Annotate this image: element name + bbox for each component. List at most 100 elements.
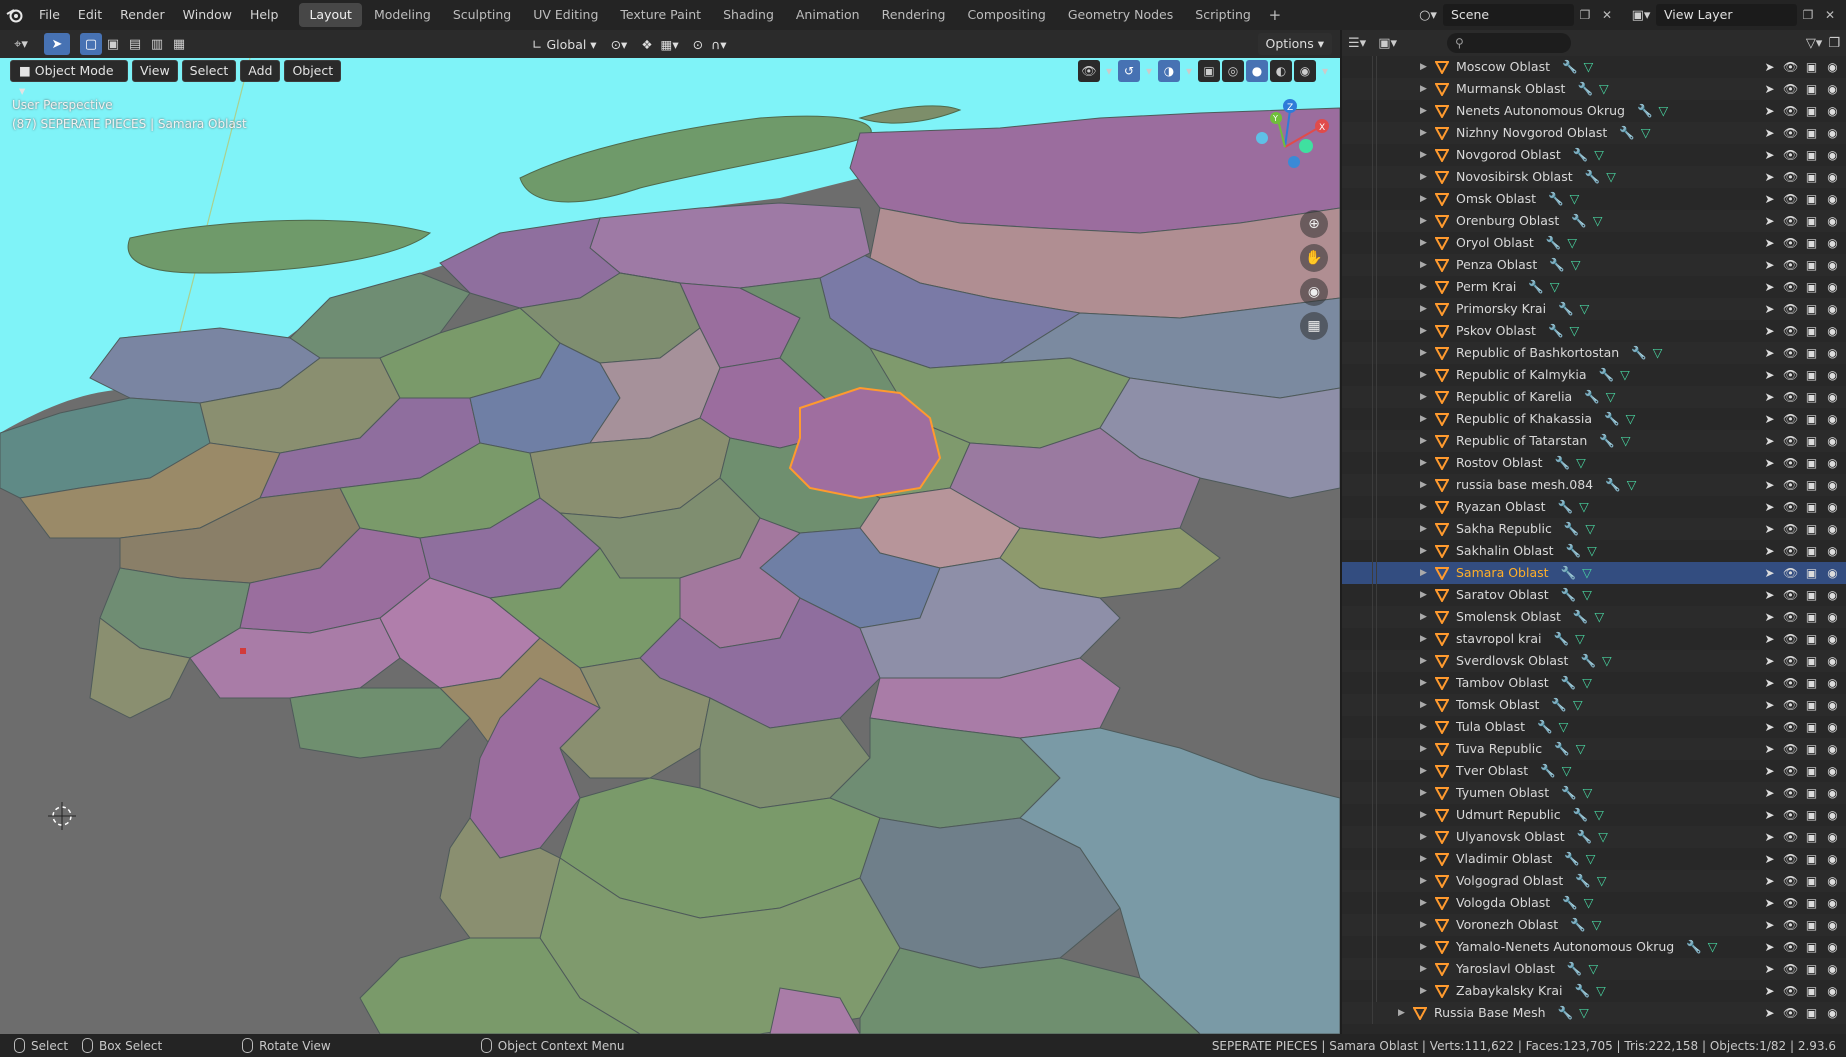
outliner-row[interactable]: ▶ Novosibirsk Oblast 🔧 ▽ ➤ 👁 ▣ ◉ <box>1342 166 1846 188</box>
eye-icon[interactable]: 👁 <box>1783 1006 1798 1020</box>
selectable-arrow-icon[interactable]: ➤ <box>1762 698 1777 712</box>
eye-icon[interactable]: 👁 <box>1783 60 1798 74</box>
expand-arrow-icon[interactable]: ▶ <box>1420 238 1427 248</box>
expand-arrow-icon[interactable]: ▶ <box>1420 260 1427 270</box>
mesh-data-icon[interactable]: ▽ <box>1559 719 1569 735</box>
modifier-wrench-icon[interactable]: 🔧 <box>1580 653 1596 669</box>
expand-arrow-icon[interactable]: ▶ <box>1420 458 1427 468</box>
monitor-icon[interactable]: ▣ <box>1804 522 1819 536</box>
eye-icon[interactable]: 👁 <box>1783 324 1798 338</box>
expand-arrow-icon[interactable]: ▶ <box>1420 590 1427 600</box>
outliner-row[interactable]: ▶ Nenets Autonomous Okrug 🔧 ▽ ➤ 👁 ▣ ◉ <box>1342 100 1846 122</box>
monitor-icon[interactable]: ▣ <box>1804 1006 1819 1020</box>
selectable-arrow-icon[interactable]: ➤ <box>1762 82 1777 96</box>
camera-render-icon[interactable]: ◉ <box>1825 874 1840 888</box>
expand-arrow-icon[interactable]: ▶ <box>1420 84 1427 94</box>
monitor-icon[interactable]: ▣ <box>1804 544 1819 558</box>
outliner-row[interactable]: ▶ Vladimir Oblast 🔧 ▽ ➤ 👁 ▣ ◉ <box>1342 848 1846 870</box>
camera-render-icon[interactable]: ◉ <box>1825 698 1840 712</box>
modifier-wrench-icon[interactable]: 🔧 <box>1567 961 1583 977</box>
eye-icon[interactable]: 👁 <box>1783 368 1798 382</box>
eye-icon[interactable]: 👁 <box>1783 742 1798 756</box>
expand-arrow-icon[interactable]: ▶ <box>1420 634 1427 644</box>
selectable-arrow-icon[interactable]: ➤ <box>1762 764 1777 778</box>
expand-arrow-icon[interactable]: ▶ <box>1420 348 1427 358</box>
mesh-data-icon[interactable]: ▽ <box>1606 389 1616 405</box>
monitor-icon[interactable]: ▣ <box>1804 610 1819 624</box>
selectable-arrow-icon[interactable]: ➤ <box>1762 654 1777 668</box>
tab-modeling[interactable]: Modeling <box>364 3 441 27</box>
view-layer-name-field[interactable]: View Layer <box>1656 4 1797 26</box>
camera-render-icon[interactable]: ◉ <box>1825 830 1840 844</box>
monitor-icon[interactable]: ▣ <box>1804 170 1819 184</box>
outliner-row[interactable]: ▶ Penza Oblast 🔧 ▽ ➤ 👁 ▣ ◉ <box>1342 254 1846 276</box>
viewport-menu-view[interactable]: View <box>132 60 178 82</box>
selectable-arrow-icon[interactable]: ➤ <box>1762 632 1777 646</box>
modifier-wrench-icon[interactable]: 🔧 <box>1558 301 1574 317</box>
mesh-data-icon[interactable]: ▽ <box>1576 741 1586 757</box>
mesh-data-icon[interactable]: ▽ <box>1584 59 1594 75</box>
camera-render-icon[interactable]: ◉ <box>1825 434 1840 448</box>
solid-shading-icon[interactable]: ● <box>1246 60 1268 82</box>
monitor-icon[interactable]: ▣ <box>1804 60 1819 74</box>
mesh-data-icon[interactable]: ▽ <box>1620 367 1630 383</box>
outliner-root-row[interactable]: ▶ Russia Base Mesh 🔧 ▽ ➤ 👁 ▣ ◉ <box>1342 1002 1846 1024</box>
camera-render-icon[interactable]: ◉ <box>1825 918 1840 932</box>
modifier-wrench-icon[interactable]: 🔧 <box>1558 1005 1574 1021</box>
selectable-arrow-icon[interactable]: ➤ <box>1762 852 1777 866</box>
display-mode-icon[interactable]: ☰▾ <box>1348 36 1366 51</box>
camera-render-icon[interactable]: ◉ <box>1825 544 1840 558</box>
eye-icon[interactable]: 👁 <box>1783 390 1798 404</box>
modifier-wrench-icon[interactable]: 🔧 <box>1528 279 1544 295</box>
outliner-row[interactable]: ▶ Vologda Oblast 🔧 ▽ ➤ 👁 ▣ ◉ <box>1342 892 1846 914</box>
mesh-data-icon[interactable]: ▽ <box>1594 609 1604 625</box>
expand-arrow-icon[interactable]: ▶ <box>1398 1008 1405 1018</box>
selectable-arrow-icon[interactable]: ➤ <box>1762 214 1777 228</box>
eye-icon[interactable]: 👁 <box>1783 874 1798 888</box>
selectable-arrow-icon[interactable]: ➤ <box>1762 522 1777 536</box>
mesh-data-icon[interactable]: ▽ <box>1653 345 1663 361</box>
monitor-icon[interactable]: ▣ <box>1804 566 1819 580</box>
monitor-icon[interactable]: ▣ <box>1804 764 1819 778</box>
menu-render[interactable]: Render <box>111 3 174 27</box>
selectable-arrow-icon[interactable]: ➤ <box>1762 258 1777 272</box>
proportional-edit-icon[interactable]: ⊙ <box>693 37 703 52</box>
camera-render-icon[interactable]: ◉ <box>1825 346 1840 360</box>
eye-icon[interactable]: 👁 <box>1783 280 1798 294</box>
navigation-gizmo[interactable]: Z X Y <box>1230 92 1340 202</box>
mesh-data-icon[interactable]: ▽ <box>1570 323 1580 339</box>
monitor-icon[interactable]: ▣ <box>1804 654 1819 668</box>
camera-render-icon[interactable]: ◉ <box>1825 324 1840 338</box>
outliner-row[interactable]: ▶ Republic of Karelia 🔧 ▽ ➤ 👁 ▣ ◉ <box>1342 386 1846 408</box>
modifier-wrench-icon[interactable]: 🔧 <box>1566 543 1582 559</box>
modifier-wrench-icon[interactable]: 🔧 <box>1555 455 1571 471</box>
expand-arrow-icon[interactable]: ▶ <box>1420 964 1427 974</box>
modifier-wrench-icon[interactable]: 🔧 <box>1577 829 1593 845</box>
mesh-data-icon[interactable]: ▽ <box>1602 653 1612 669</box>
mesh-data-icon[interactable]: ▽ <box>1597 873 1607 889</box>
eye-icon[interactable]: 👁 <box>1783 126 1798 140</box>
monitor-icon[interactable]: ▣ <box>1804 126 1819 140</box>
outliner-row[interactable]: ▶ Samara Oblast 🔧 ▽ ➤ 👁 ▣ ◉ <box>1342 562 1846 584</box>
eye-icon[interactable]: 👁 <box>1783 346 1798 360</box>
selectable-arrow-icon[interactable]: ➤ <box>1762 896 1777 910</box>
eye-icon[interactable]: 👁 <box>1783 302 1798 316</box>
camera-render-icon[interactable]: ◉ <box>1825 368 1840 382</box>
camera-render-icon[interactable]: ◉ <box>1825 126 1840 140</box>
mesh-data-icon[interactable]: ▽ <box>1659 103 1669 119</box>
outliner-row[interactable]: ▶ Udmurt Republic 🔧 ▽ ➤ 👁 ▣ ◉ <box>1342 804 1846 826</box>
monitor-icon[interactable]: ▣ <box>1804 676 1819 690</box>
modifier-wrench-icon[interactable]: 🔧 <box>1604 411 1620 427</box>
monitor-icon[interactable]: ▣ <box>1804 918 1819 932</box>
eye-icon[interactable]: 👁 <box>1783 896 1798 910</box>
modifier-wrench-icon[interactable]: 🔧 <box>1637 103 1653 119</box>
outliner-row[interactable]: ▶ Tomsk Oblast 🔧 ▽ ➤ 👁 ▣ ◉ <box>1342 694 1846 716</box>
camera-render-icon[interactable]: ◉ <box>1825 214 1840 228</box>
camera-render-icon[interactable]: ◉ <box>1825 610 1840 624</box>
select-mode-difference-icon[interactable]: ▥ <box>146 33 168 55</box>
eye-icon[interactable]: 👁 <box>1783 236 1798 250</box>
monitor-icon[interactable]: ▣ <box>1804 412 1819 426</box>
transform-orientation[interactable]: ∟ Global ▾ ⊙▾ ❖ ▦▾ ⊙ ∩▾ <box>532 33 727 55</box>
camera-render-icon[interactable]: ◉ <box>1825 456 1840 470</box>
modifier-wrench-icon[interactable]: 🔧 <box>1599 433 1615 449</box>
